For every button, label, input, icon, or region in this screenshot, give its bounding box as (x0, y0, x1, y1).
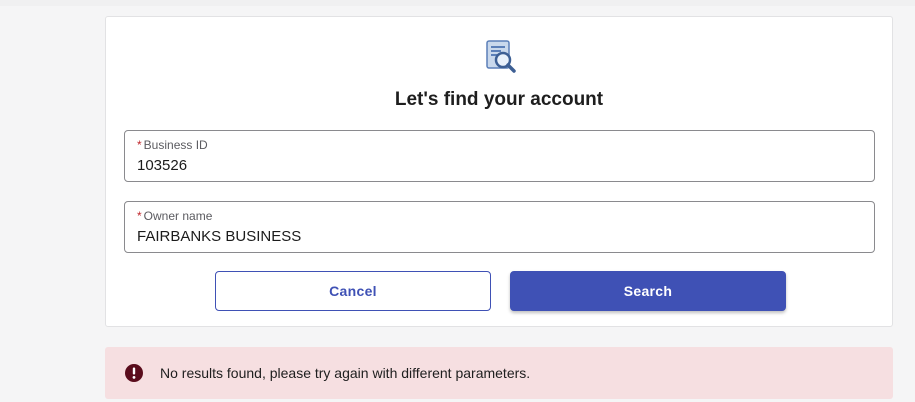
search-document-icon (484, 39, 518, 75)
exclamation-icon (125, 364, 143, 382)
business-id-input[interactable] (137, 157, 857, 174)
find-account-card: Let's find your account *Business ID *Ow… (105, 16, 893, 327)
owner-name-label-text: Owner name (143, 209, 213, 223)
required-marker: * (137, 138, 142, 152)
business-id-label-text: Business ID (143, 138, 208, 152)
top-strip (0, 0, 915, 6)
alert-message: No results found, please try again with … (160, 365, 531, 381)
page-title: Let's find your account (394, 89, 604, 110)
search-button[interactable]: Search (510, 271, 786, 311)
owner-name-field[interactable]: * Owner name (124, 201, 875, 253)
page: Let's find your account *Business ID *Ow… (0, 0, 915, 402)
owner-name-label: * Owner name (137, 209, 212, 223)
business-id-field[interactable]: * Business ID (124, 130, 875, 182)
required-marker: * (137, 209, 142, 223)
cancel-button[interactable]: Cancel (215, 271, 491, 311)
no-results-alert: No results found, please try again with … (105, 347, 893, 399)
owner-name-input[interactable] (137, 228, 857, 245)
business-id-label: * Business ID (137, 138, 208, 152)
